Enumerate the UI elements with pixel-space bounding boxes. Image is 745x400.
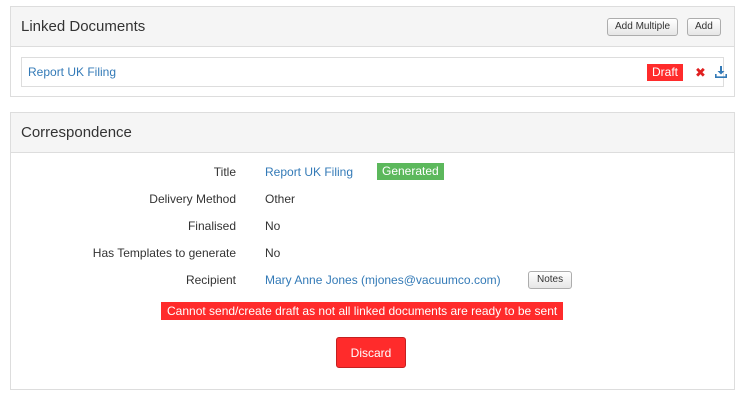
remove-icon[interactable]: ✖ <box>695 66 707 80</box>
linked-document-row: Report UK Filing Draft ✖ <box>21 57 727 87</box>
recipient-label: Recipient <box>185 273 236 287</box>
add-button[interactable]: Add <box>687 18 721 36</box>
has-templates-label: Has Templates to generate <box>92 246 236 260</box>
delivery-method-label: Delivery Method <box>149 192 236 206</box>
download-icon[interactable] <box>715 66 727 78</box>
correspondence-title: Correspondence <box>21 124 132 141</box>
linked-documents-header: Linked Documents Add Multiple Add <box>11 7 734 47</box>
linked-documents-panel: Linked Documents Add Multiple Add Report… <box>10 6 735 97</box>
discard-button[interactable]: Discard <box>336 337 406 368</box>
error-message: Cannot send/create draft as not all link… <box>161 302 564 320</box>
delivery-method-value: Other <box>265 192 296 206</box>
title-label: Title <box>213 165 236 179</box>
title-value-link[interactable]: Report UK Filing <box>265 165 353 179</box>
linked-documents-title: Linked Documents <box>21 18 146 35</box>
document-status-badge: Draft <box>647 64 684 81</box>
finalised-label: Finalised <box>187 219 236 233</box>
notes-button[interactable]: Notes <box>528 271 573 289</box>
linked-document-link[interactable]: Report UK Filing <box>28 65 116 79</box>
generated-badge: Generated <box>377 163 444 180</box>
recipient-link[interactable]: Mary Anne Jones (mjones@vacuumco.com) <box>265 273 501 287</box>
add-multiple-button[interactable]: Add Multiple <box>607 18 679 36</box>
correspondence-header: Correspondence <box>11 113 734 153</box>
has-templates-value: No <box>265 246 281 260</box>
finalised-value: No <box>265 219 281 233</box>
correspondence-panel: Correspondence Title Report UK Filing Ge… <box>10 112 735 390</box>
